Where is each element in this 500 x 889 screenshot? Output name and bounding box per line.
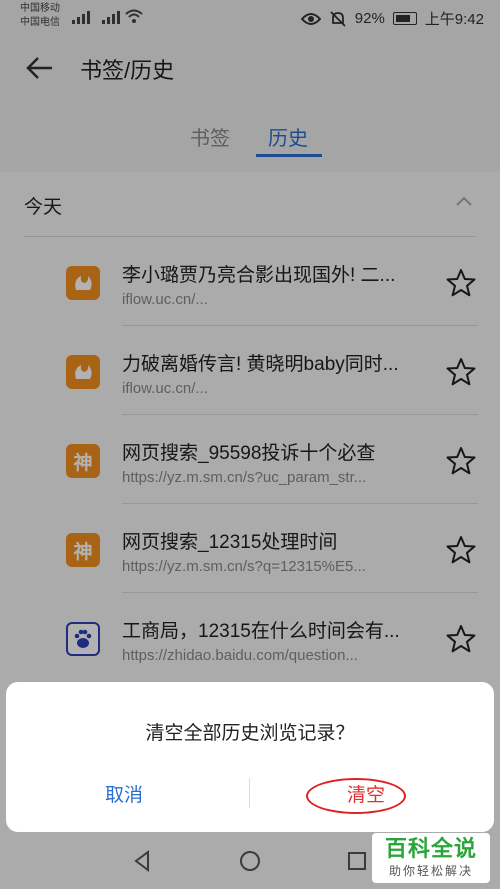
confirm-dialog: 清空全部历史浏览记录？ 取消 清空 [6, 682, 494, 832]
watermark-sub: 助你轻松解决 [388, 864, 473, 878]
dialog-button-divider [249, 778, 250, 808]
dialog-message: 清空全部历史浏览记录？ [145, 723, 355, 744]
watermark-logo: 百科全说 助你轻松解决 [372, 833, 490, 883]
watermark-main: 百科全说 [384, 836, 477, 861]
history-page: 中国移动 中国电信 92% 上午9:42 书签/历史 书签 历史 今天 李小璐贾… [0, 0, 500, 889]
cancel-button[interactable]: 取消 [54, 780, 194, 807]
annotation-circle [306, 778, 406, 814]
